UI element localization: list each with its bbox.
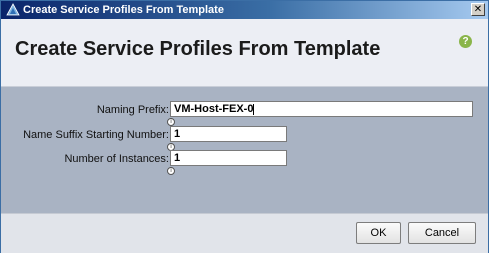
naming-prefix-input[interactable]: VM-Host-FEX-0 — [170, 101, 473, 117]
instances-input[interactable]: 1 — [170, 150, 287, 166]
naming-prefix-label: Naming Prefix: — [96, 104, 169, 116]
naming-prefix-info-icon[interactable]: i — [167, 118, 175, 126]
page-title: Create Service Profiles From Template — [15, 38, 381, 60]
cancel-button[interactable]: Cancel — [408, 222, 476, 244]
title-bar[interactable]: Create Service Profiles From Template ✕ — [1, 1, 488, 19]
instances-label: Number of Instances: — [64, 153, 169, 165]
dialog-window: Create Service Profiles From Template ✕ … — [0, 0, 489, 253]
suffix-start-label: Name Suffix Starting Number: — [23, 129, 169, 141]
dialog-footer: OK Cancel — [1, 213, 488, 253]
ok-button[interactable]: OK — [356, 222, 401, 244]
app-icon — [6, 3, 20, 16]
instances-info-icon[interactable]: i — [167, 167, 175, 175]
form-panel: Naming Prefix: VM-Host-FEX-0 i Name Suff… — [1, 87, 488, 213]
dialog-header: Create Service Profiles From Template ? — [1, 19, 488, 87]
help-icon[interactable]: ? — [459, 35, 472, 48]
close-icon: ✕ — [473, 4, 483, 15]
close-button[interactable]: ✕ — [471, 3, 485, 16]
window-title: Create Service Profiles From Template — [23, 4, 224, 16]
suffix-start-input[interactable]: 1 — [170, 126, 287, 142]
naming-prefix-value: VM-Host-FEX-0 — [174, 103, 254, 115]
